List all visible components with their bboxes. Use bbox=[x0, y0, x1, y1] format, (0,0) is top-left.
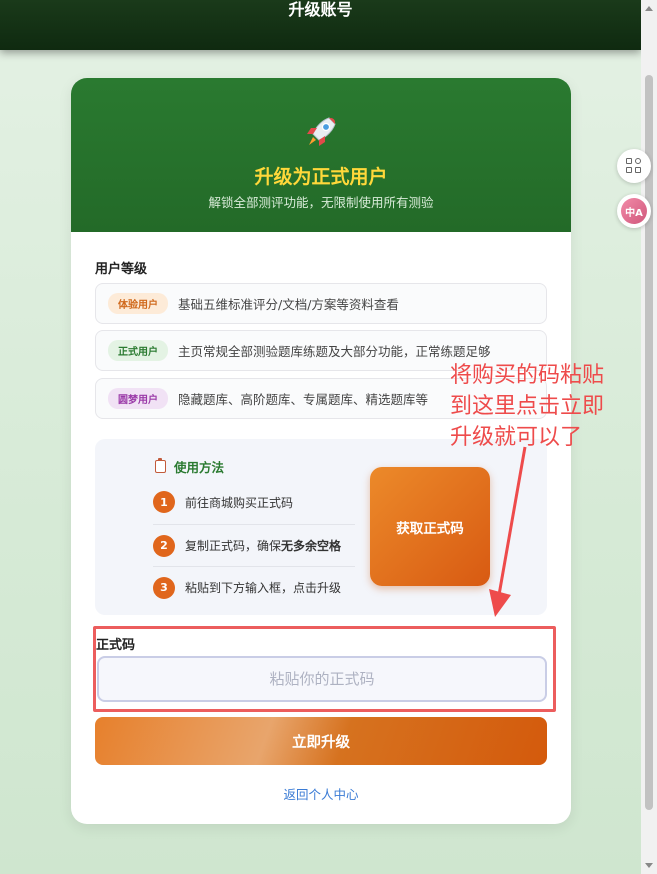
apps-icon bbox=[626, 158, 642, 174]
usage-step: 2 复制正式码，确保无多余空格 bbox=[153, 524, 355, 566]
step-text-part: 复制正式码，确保 bbox=[185, 539, 282, 553]
hero-banner: 升级为正式用户 解锁全部测评功能，无限制使用所有测验 bbox=[71, 78, 571, 232]
code-field-label: 正式码 bbox=[96, 638, 136, 653]
level-badge: 体验用户 bbox=[108, 293, 168, 314]
level-badge: 正式用户 bbox=[108, 340, 168, 361]
code-input[interactable] bbox=[97, 656, 547, 702]
level-badge: 圆梦用户 bbox=[108, 388, 168, 409]
usage-heading-text: 使用方法 bbox=[174, 460, 225, 475]
usage-heading: 使用方法 bbox=[155, 457, 224, 476]
step-number: 2 bbox=[153, 534, 175, 557]
scroll-thumb[interactable] bbox=[645, 75, 653, 810]
get-code-button[interactable]: 获取正式码 bbox=[370, 467, 490, 586]
back-to-profile-link[interactable]: 返回个人中心 bbox=[71, 784, 571, 803]
hero-title: 升级为正式用户 bbox=[254, 166, 388, 188]
levels-heading: 用户等级 bbox=[95, 262, 148, 277]
annotation-text: 将购买的码粘贴 到这里点击立即 升级就可以了 bbox=[450, 363, 605, 450]
upgrade-now-button[interactable]: 立即升级 bbox=[95, 717, 547, 765]
usage-step: 3 粘贴到下方输入框，点击升级 bbox=[153, 566, 355, 608]
scroll-up-icon[interactable] bbox=[645, 6, 653, 11]
level-description: 隐藏题库、高阶题库、专属题库、精选题库等 bbox=[178, 392, 429, 407]
translate-button[interactable]: 中A bbox=[617, 194, 651, 228]
usage-step: 1 前往商城购买正式码 bbox=[153, 481, 355, 523]
apps-button[interactable] bbox=[617, 149, 651, 183]
hero-subtitle: 解锁全部测评功能，无限制使用所有测验 bbox=[208, 195, 434, 210]
usage-instructions-panel: 使用方法 1 前往商城购买正式码 2 复制正式码，确保无多余空格 3 粘贴到下方… bbox=[95, 439, 547, 615]
vertical-scrollbar[interactable] bbox=[641, 0, 657, 874]
level-description: 基础五维标准评分/文档/方案等资料查看 bbox=[178, 297, 399, 312]
clipboard-icon bbox=[155, 458, 166, 473]
level-item-trial: 体验用户 基础五维标准评分/文档/方案等资料查看 bbox=[95, 283, 547, 324]
step-text: 前往商城购买正式码 bbox=[185, 495, 294, 510]
step-text-emphasis: 无多余空格 bbox=[281, 539, 342, 553]
translate-icon: 中A bbox=[621, 198, 647, 224]
step-text: 复制正式码，确保无多余空格 bbox=[185, 537, 341, 554]
page-title: 升级账号 bbox=[288, 0, 353, 19]
step-number: 1 bbox=[153, 491, 175, 513]
step-text: 粘贴到下方输入框，点击升级 bbox=[185, 581, 342, 595]
level-description: 主页常规全部测验题库练题及大部分功能，正常练题足够 bbox=[178, 344, 491, 359]
top-header-bar: 升级账号 bbox=[0, 0, 641, 50]
annotation-arrow-icon bbox=[489, 446, 527, 617]
rocket-icon bbox=[307, 117, 336, 146]
scroll-down-icon[interactable] bbox=[645, 863, 653, 868]
step-number: 3 bbox=[153, 576, 175, 599]
